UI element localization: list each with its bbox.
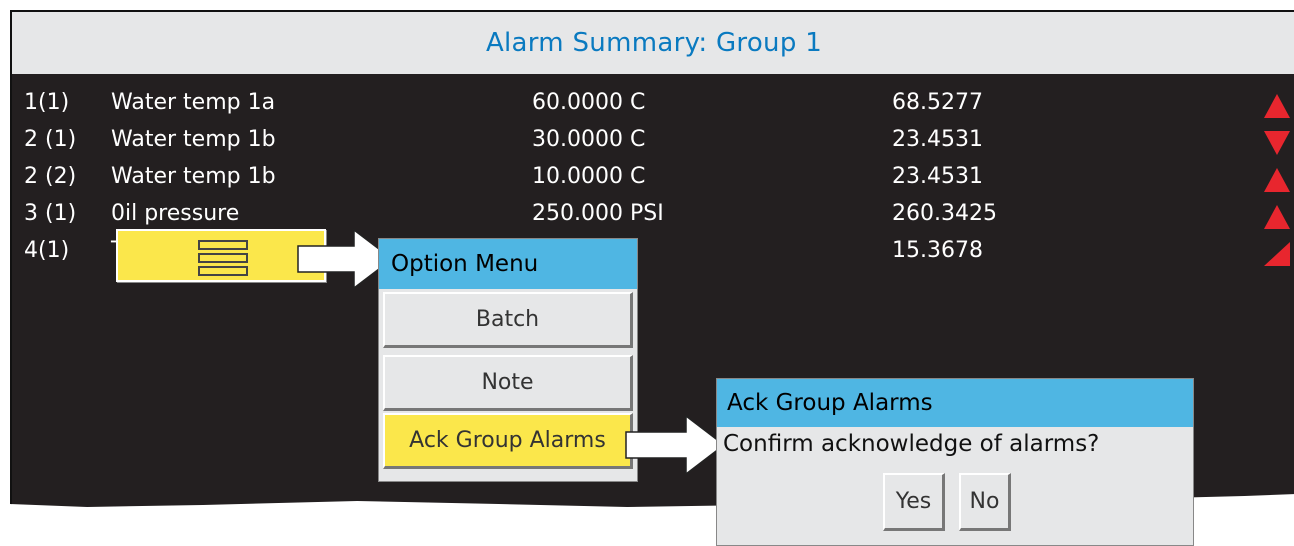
alarm-row[interactable]: 1(1) Water temp 1a 60.0000 C 68.5277 <box>12 90 1294 127</box>
ack-confirm-dialog: Ack Group Alarms Confirm acknowledge of … <box>716 378 1194 546</box>
menu-item-note[interactable]: Note <box>383 355 633 411</box>
menu-item-ack-group-alarms[interactable]: Ack Group Alarms <box>383 413 633 469</box>
alarm-name: Water temp 1a <box>111 90 276 115</box>
menu-icon <box>198 240 248 279</box>
no-button[interactable]: No <box>959 473 1011 531</box>
alarm-index: 1(1) <box>24 90 70 115</box>
alarm-row[interactable]: 2 (1) Water temp 1b 30.0000 C 23.4531 <box>12 127 1294 164</box>
alarm-threshold: 60.0000 C <box>532 90 646 115</box>
alarm-threshold: 10.0000 C <box>532 164 646 189</box>
alarm-index: 2 (2) <box>24 164 77 189</box>
alarm-value: 15.3678 <box>892 238 983 263</box>
alarm-index: 2 (1) <box>24 127 77 152</box>
page-title: Alarm Summary: Group 1 <box>12 12 1294 74</box>
alarm-threshold: 250.000 PSI <box>532 201 664 226</box>
option-menu: Option Menu Batch Note Ack Group Alarms <box>378 238 638 482</box>
option-menu-title: Option Menu <box>379 239 637 289</box>
alarm-index: 4(1) <box>24 238 70 263</box>
dialog-title: Ack Group Alarms <box>717 379 1193 427</box>
alarm-row[interactable]: 2 (2) Water temp 1b 10.0000 C 23.4531 <box>12 164 1294 201</box>
alarm-high-icon <box>1264 168 1290 192</box>
dialog-message: Confirm acknowledge of alarms? <box>723 431 1100 457</box>
alarm-value: 23.4531 <box>892 127 983 152</box>
alarm-index: 3 (1) <box>24 201 77 226</box>
yes-button[interactable]: Yes <box>883 473 945 531</box>
alarm-name: Water temp 1b <box>111 127 276 152</box>
alarm-name: Water temp 1b <box>111 164 276 189</box>
alarm-value: 68.5277 <box>892 90 983 115</box>
alarm-rate-icon <box>1264 242 1290 266</box>
alarm-name: 0il pressure <box>111 201 240 226</box>
menu-key-button[interactable] <box>116 229 326 282</box>
alarm-value: 260.3425 <box>892 201 997 226</box>
arrow-icon <box>625 414 726 476</box>
alarm-value: 23.4531 <box>892 164 983 189</box>
alarm-low-icon <box>1264 131 1290 155</box>
menu-item-batch[interactable]: Batch <box>383 292 633 348</box>
alarm-threshold: 30.0000 C <box>532 127 646 152</box>
alarm-high-icon <box>1264 205 1290 229</box>
alarm-high-icon <box>1264 94 1290 118</box>
